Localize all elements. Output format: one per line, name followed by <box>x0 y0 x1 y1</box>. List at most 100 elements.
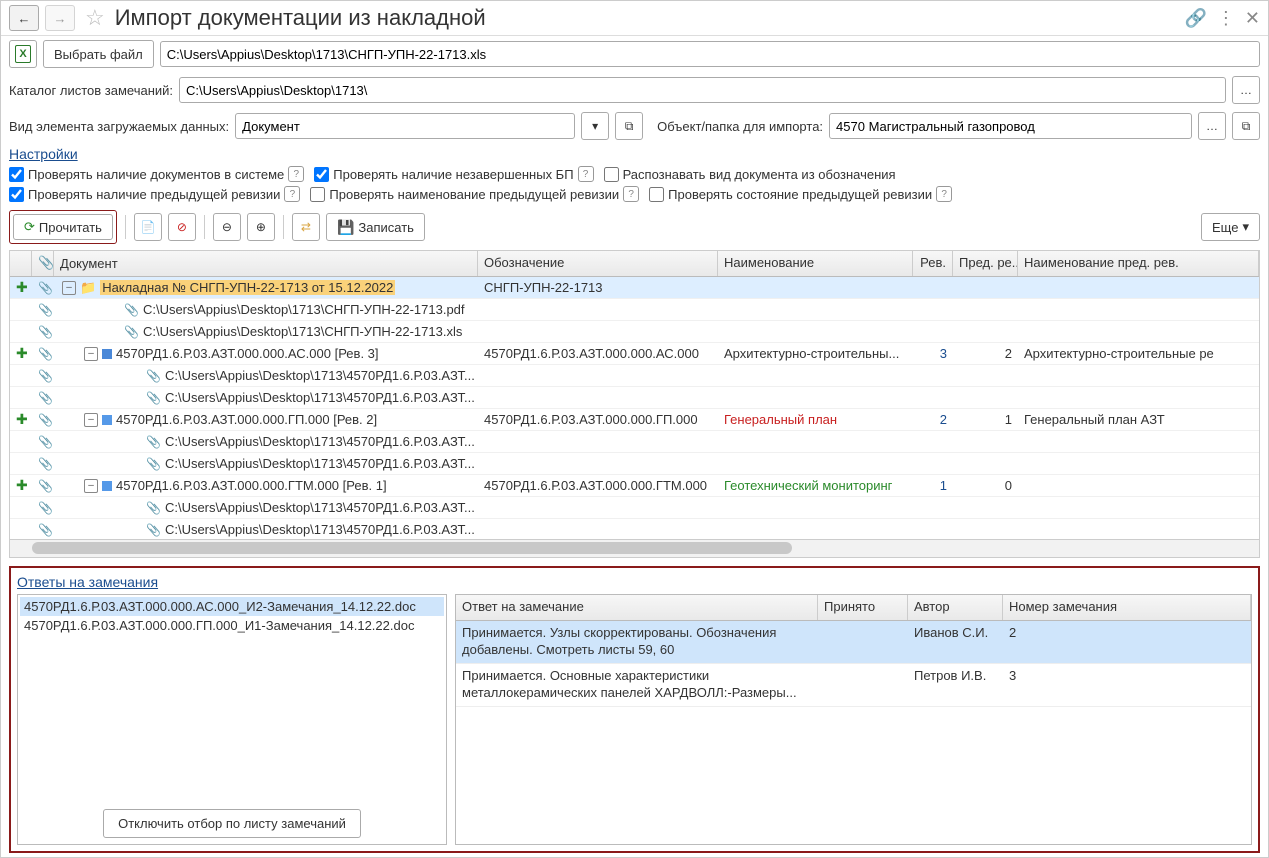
kind-input[interactable] <box>235 113 575 139</box>
check-prev-revision-name[interactable]: Проверять наименование предыдущей ревизи… <box>310 186 639 202</box>
remarks-file-item[interactable]: 4570РД1.6.Р.03.АЗТ.000.000.АС.000_И2-Зам… <box>20 597 444 616</box>
check-unfinished-bp[interactable]: Проверять наличие незавершенных БП? <box>314 166 593 182</box>
delete-item-button[interactable]: ⊘ <box>168 213 196 241</box>
cell-designation: СНГП-УПН-22-1713 <box>478 280 718 295</box>
cell-revision[interactable]: 3 <box>913 346 953 361</box>
col-prev-name[interactable]: Наименование пред. рев. <box>1018 251 1259 276</box>
col-document[interactable]: Документ <box>54 251 478 276</box>
table-row[interactable]: ✚📎–📁Накладная № СНГП-УПН-22-1713 от 15.1… <box>10 277 1259 299</box>
check-recognize-kind[interactable]: Распознавать вид документа из обозначени… <box>604 167 896 182</box>
help-icon[interactable]: ? <box>936 186 952 202</box>
attachment-icon: 📎 <box>38 369 53 383</box>
cell-remark-number: 3 <box>1003 664 1251 706</box>
more-button[interactable]: Еще ▾ <box>1201 213 1260 241</box>
col-revision[interactable]: Рев. <box>913 251 953 276</box>
check-documents-exist[interactable]: Проверять наличие документов в системе? <box>9 166 304 182</box>
tree-toggle[interactable]: – <box>84 347 98 361</box>
catalog-path-input[interactable] <box>179 77 1226 103</box>
kind-open-button[interactable]: ⧉ <box>615 112 643 140</box>
back-button[interactable]: ← <box>9 5 39 31</box>
help-icon[interactable]: ? <box>578 166 594 182</box>
row-label: C:\Users\Appius\Desktop\1713\4570РД1.6.Р… <box>165 390 475 405</box>
response-row[interactable]: Принимается. Узлы скорректированы. Обозн… <box>456 621 1251 664</box>
tree-toggle[interactable]: – <box>84 413 98 427</box>
table-row[interactable]: ✚📎–4570РД1.6.Р.03.АЗТ.000.000.ГТМ.000 [Р… <box>10 475 1259 497</box>
document-icon <box>102 415 112 425</box>
cell-designation: 4570РД1.6.Р.03.АЗТ.000.000.ГТМ.000 <box>478 478 718 493</box>
settings-link[interactable]: Настройки <box>1 144 1268 164</box>
attachment-icon: 📎 <box>38 523 53 537</box>
write-button[interactable]: 💾Записать <box>326 213 425 241</box>
table-row[interactable]: 📎📎C:\Users\Appius\Desktop\1713\СНГП-УПН-… <box>10 299 1259 321</box>
attachment-icon: 📎 <box>38 347 53 361</box>
cell-prev-revision: 0 <box>953 478 1018 493</box>
help-icon[interactable]: ? <box>284 186 300 202</box>
menu-dots-icon[interactable]: ⋮ <box>1217 8 1235 29</box>
close-icon[interactable]: ✕ <box>1245 8 1260 29</box>
compare-button[interactable]: ⇄ <box>292 213 320 241</box>
attachment-icon: 📎 <box>146 435 161 449</box>
choose-file-button[interactable]: Выбрать файл <box>43 40 154 68</box>
check-prev-revision[interactable]: Проверять наличие предыдущей ревизии? <box>9 186 300 202</box>
response-row[interactable]: Принимается. Основные характеристики мет… <box>456 664 1251 707</box>
table-row[interactable]: 📎📎C:\Users\Appius\Desktop\1713\4570РД1.6… <box>10 365 1259 387</box>
add-icon: ✚ <box>16 279 28 295</box>
favorite-star-icon[interactable]: ☆ <box>85 5 105 31</box>
col-prev-revision[interactable]: Пред. ре... <box>953 251 1018 276</box>
disable-filter-button[interactable]: Отключить отбор по листу замечаний <box>103 809 361 838</box>
cell-revision[interactable]: 2 <box>913 412 953 427</box>
cell-accepted <box>818 664 908 706</box>
excel-icon[interactable]: X <box>9 40 37 68</box>
table-row[interactable]: 📎📎C:\Users\Appius\Desktop\1713\СНГП-УПН-… <box>10 321 1259 343</box>
document-icon <box>102 349 112 359</box>
row-label: C:\Users\Appius\Desktop\1713\4570РД1.6.Р… <box>165 434 475 449</box>
table-row[interactable]: 📎📎C:\Users\Appius\Desktop\1713\4570РД1.6… <box>10 453 1259 475</box>
collapse-button[interactable]: ⊖ <box>213 213 241 241</box>
expand-button[interactable]: ⊕ <box>247 213 275 241</box>
table-row[interactable]: 📎📎C:\Users\Appius\Desktop\1713\4570РД1.6… <box>10 387 1259 409</box>
table-row[interactable]: ✚📎–4570РД1.6.Р.03.АЗТ.000.000.ГП.000 [Ре… <box>10 409 1259 431</box>
col-response-text[interactable]: Ответ на замечание <box>456 595 818 620</box>
attachment-icon: 📎 <box>38 457 53 471</box>
responses-title[interactable]: Ответы на замечания <box>17 574 1252 590</box>
add-item-button[interactable]: 📄 <box>134 213 162 241</box>
table-row[interactable]: 📎 📎 C:\Users\Appius\Desktop\1713\4570РД1.6… <box>10 431 1259 453</box>
cell-designation: 4570РД1.6.Р.03.АЗТ.000.000.ГП.000 <box>478 412 718 427</box>
help-icon[interactable]: ? <box>623 186 639 202</box>
object-browse-button[interactable]: … <box>1198 112 1226 140</box>
forward-button[interactable]: → <box>45 5 75 31</box>
link-icon[interactable]: 🔗 <box>1184 8 1206 29</box>
tree-toggle[interactable]: – <box>62 281 76 295</box>
cell-prev-name: Архитектурно-строительные ре <box>1018 346 1259 361</box>
help-icon[interactable]: ? <box>288 166 304 182</box>
documents-table: 📎 Документ Обозначение Наименование Рев.… <box>9 250 1260 558</box>
col-designation[interactable]: Обозначение <box>478 251 718 276</box>
catalog-browse-button[interactable]: … <box>1232 76 1260 104</box>
col-name[interactable]: Наименование <box>718 251 913 276</box>
object-input[interactable] <box>829 113 1192 139</box>
remarks-file-item[interactable]: 4570РД1.6.Р.03.АЗТ.000.000.ГП.000_И1-Зам… <box>20 616 444 635</box>
cell-revision[interactable]: 1 <box>913 478 953 493</box>
cell-prev-name: Генеральный план АЗТ <box>1018 412 1259 427</box>
table-row[interactable]: ✚ 📎 – 4570РД1.6.Р.03.АЗТ.000.000.АС.000 [Ре… <box>10 343 1259 365</box>
col-accepted[interactable]: Принято <box>818 595 908 620</box>
horizontal-scrollbar[interactable] <box>10 539 1259 557</box>
read-button-highlight: ⟳Прочитать <box>9 210 117 244</box>
cell-prev-revision: 2 <box>953 346 1018 361</box>
attachment-icon: 📎 <box>38 435 53 449</box>
file-path-input[interactable] <box>160 41 1260 67</box>
table-row[interactable]: 📎📎C:\Users\Appius\Desktop\1713\4570РД1.6… <box>10 519 1259 539</box>
table-row[interactable]: 📎📎C:\Users\Appius\Desktop\1713\4570РД1.6… <box>10 497 1259 519</box>
add-icon: ✚ <box>16 345 28 361</box>
check-prev-revision-state[interactable]: Проверять состояние предыдущей ревизии? <box>649 186 952 202</box>
attachment-icon: 📎 <box>146 501 161 515</box>
col-author[interactable]: Автор <box>908 595 1003 620</box>
read-button[interactable]: ⟳Прочитать <box>13 214 113 240</box>
row-label: 4570РД1.6.Р.03.АЗТ.000.000.АС.000 [Рев. … <box>116 346 379 361</box>
object-open-button[interactable]: ⧉ <box>1232 112 1260 140</box>
tree-toggle[interactable]: – <box>84 479 98 493</box>
col-attach: 📎 <box>32 251 54 276</box>
row-label: Накладная № СНГП-УПН-22-1713 от 15.12.20… <box>100 280 395 295</box>
kind-dropdown-button[interactable]: ▾ <box>581 112 609 140</box>
col-remark-number[interactable]: Номер замечания <box>1003 595 1251 620</box>
